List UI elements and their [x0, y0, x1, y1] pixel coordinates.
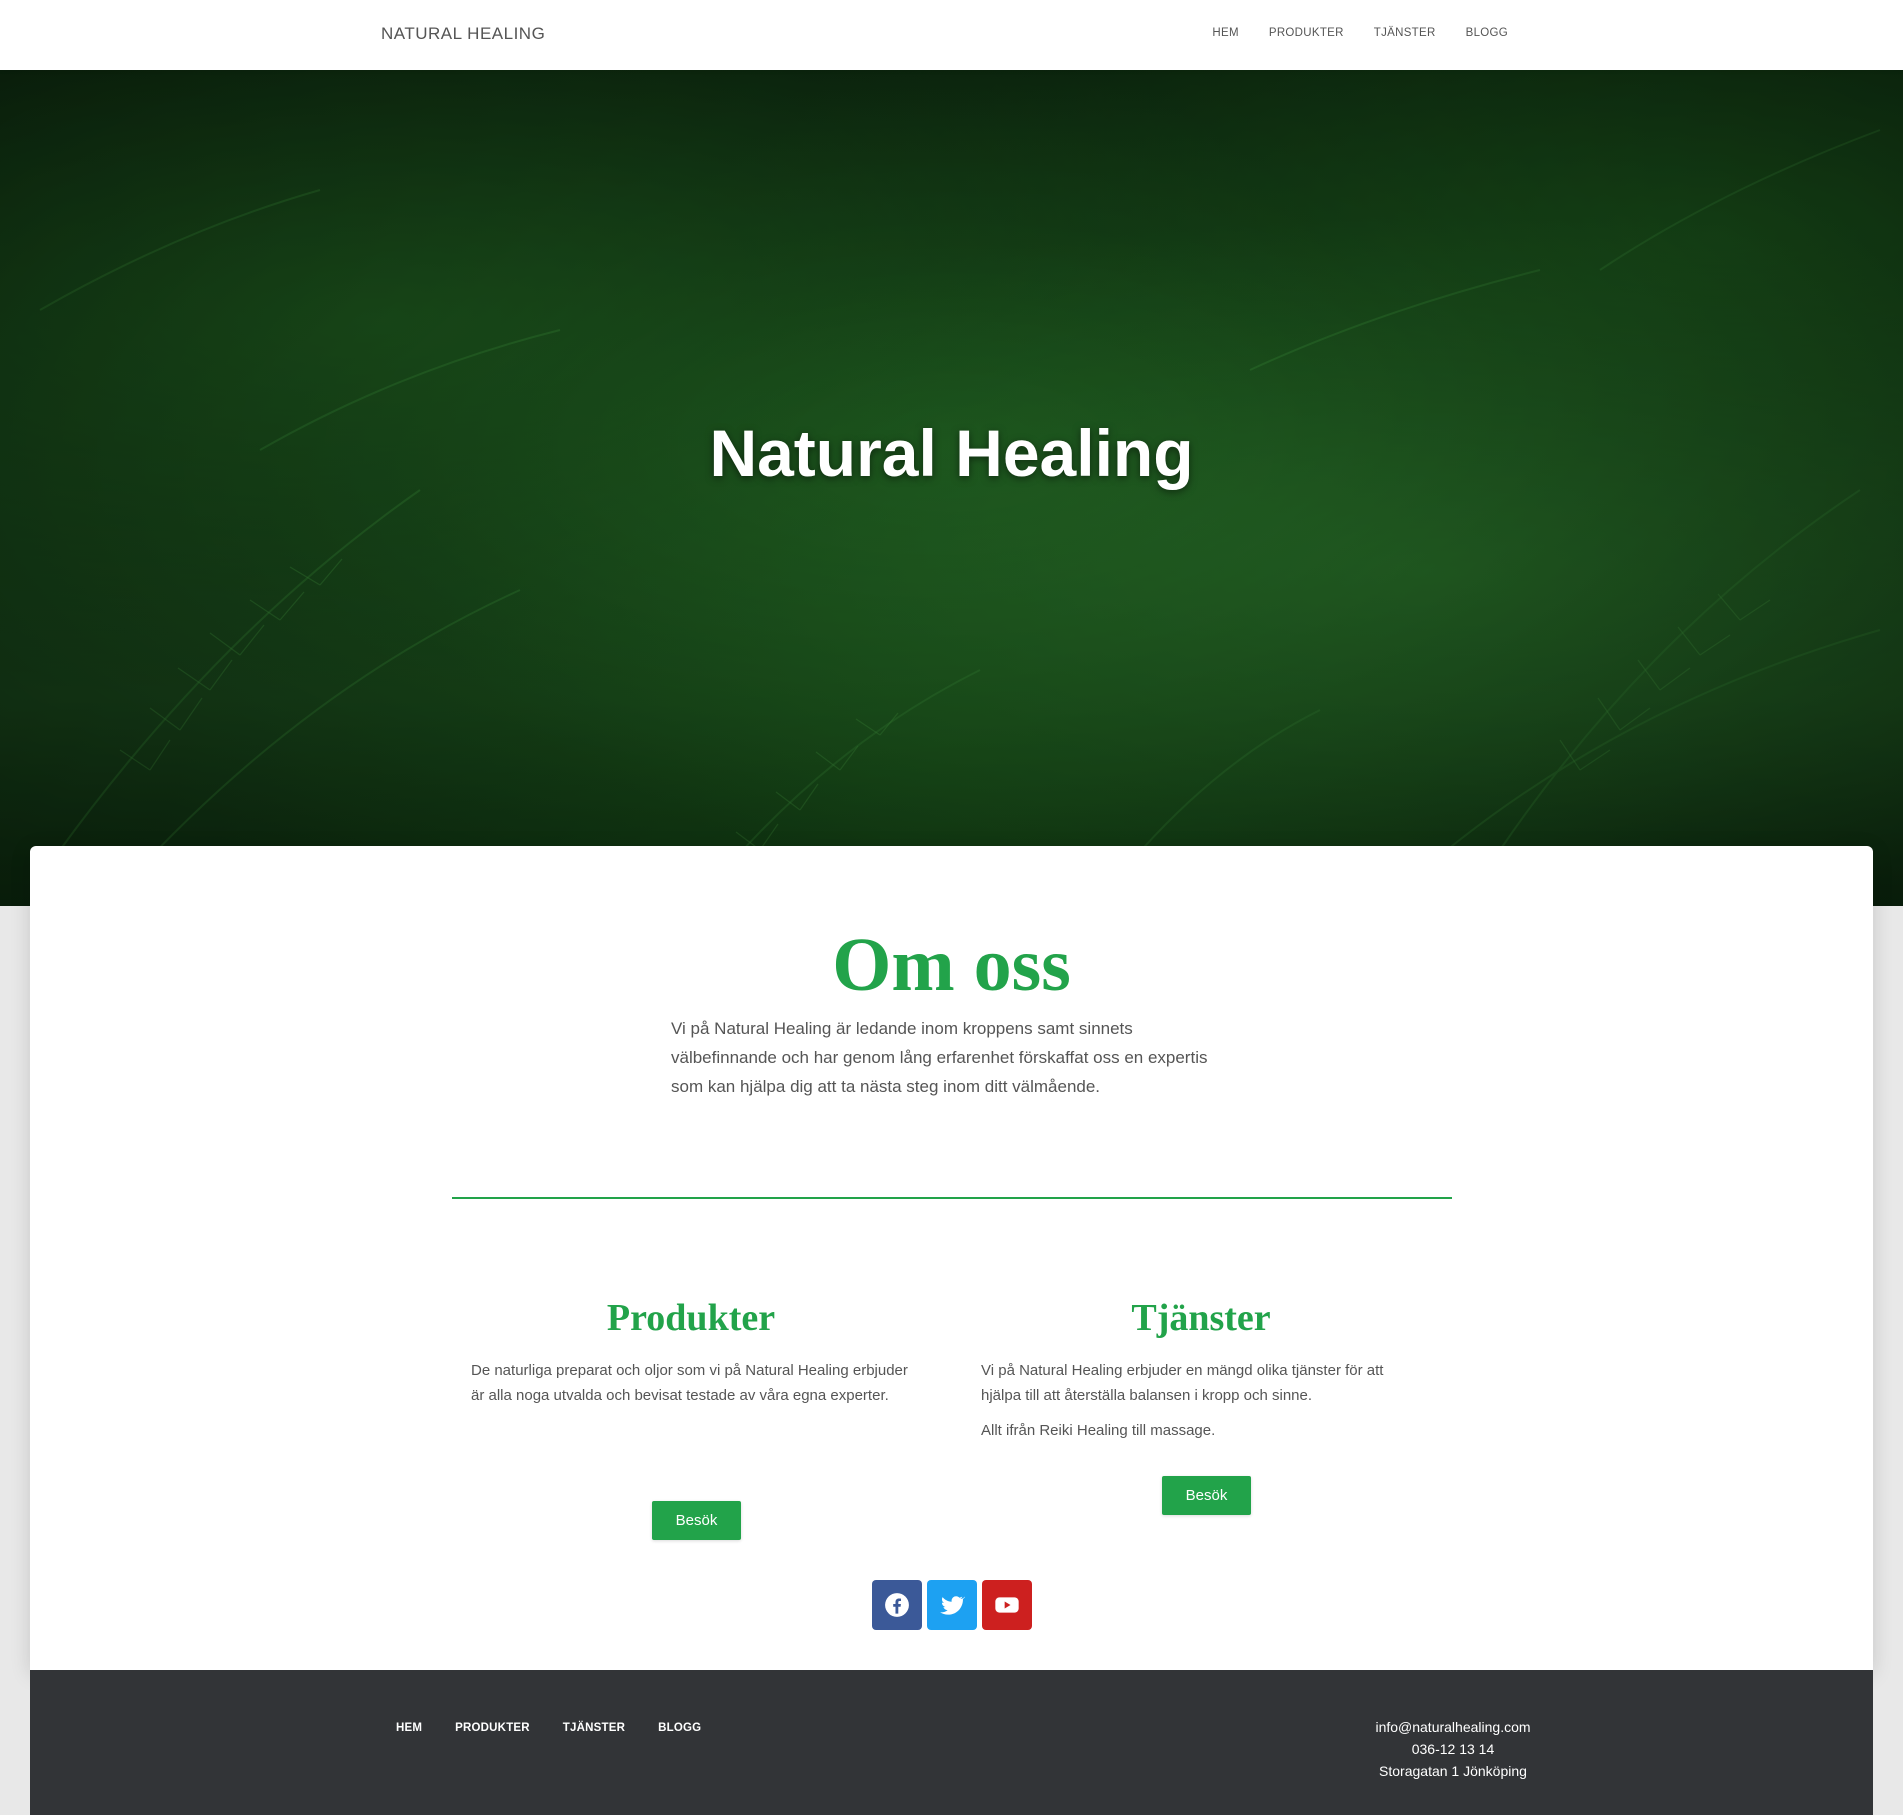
services-column: Tjänster Vi på Natural Healing erbjuder …: [981, 1296, 1421, 1443]
footer-item-produkter[interactable]: PRODUKTER: [455, 1722, 530, 1734]
hero-banner: Natural Healing: [0, 70, 1903, 906]
contact-address: Storagatan 1 Jönköping: [1379, 1763, 1527, 1779]
social-links: [872, 1580, 1032, 1630]
footer-contact: info@naturalhealing.com 036-12 13 14 Sto…: [1353, 1716, 1553, 1782]
nav-item-produkter[interactable]: PRODUKTER: [1269, 27, 1344, 39]
nav-item-hem[interactable]: HEM: [1212, 27, 1238, 39]
products-description: De naturliga preparat och oljor som vi p…: [471, 1358, 911, 1408]
about-heading: Om oss: [832, 923, 1071, 1007]
services-text-2: Allt ifrån Reiki Healing till massage.: [981, 1422, 1216, 1439]
facebook-icon: [885, 1593, 909, 1617]
hero-title: Natural Healing: [709, 416, 1194, 490]
nav-item-blogg[interactable]: BLOGG: [1466, 27, 1508, 39]
services-description: Vi på Natural Healing erbjuder en mängd …: [981, 1358, 1421, 1443]
youtube-icon: [995, 1597, 1019, 1613]
footer-item-hem[interactable]: HEM: [396, 1722, 422, 1734]
products-heading: Produkter: [606, 1297, 776, 1339]
footer-item-tjanster[interactable]: TJÄNSTER: [563, 1722, 625, 1734]
brand-logo-link[interactable]: NATURAL HEALING: [381, 24, 545, 44]
youtube-link[interactable]: [982, 1580, 1032, 1630]
services-text-1: Vi på Natural Healing erbjuder en mängd …: [981, 1362, 1384, 1404]
top-navbar: NATURAL HEALING HEM PRODUKTER TJÄNSTER B…: [0, 0, 1903, 70]
section-divider: [452, 1197, 1452, 1199]
footer-nav: HEM PRODUKTER TJÄNSTER BLOGG: [396, 1722, 701, 1734]
site-footer: HEM PRODUKTER TJÄNSTER BLOGG info@natura…: [30, 1670, 1873, 1815]
twitter-icon: [939, 1596, 965, 1615]
services-visit-button[interactable]: Besök: [1162, 1476, 1251, 1515]
contact-phone: 036-12 13 14: [1411, 1741, 1495, 1757]
footer-item-blogg[interactable]: BLOGG: [658, 1722, 701, 1734]
twitter-link[interactable]: [927, 1580, 977, 1630]
products-visit-button[interactable]: Besök: [652, 1501, 741, 1540]
about-text: Vi på Natural Healing är ledande inom kr…: [671, 1019, 1208, 1096]
products-column: Produkter De naturliga preparat och oljo…: [471, 1296, 911, 1408]
services-heading: Tjänster: [1131, 1297, 1271, 1339]
facebook-link[interactable]: [872, 1580, 922, 1630]
contact-email[interactable]: info@naturalhealing.com: [1353, 1716, 1553, 1738]
nav-item-tjanster[interactable]: TJÄNSTER: [1374, 27, 1436, 39]
main-content-card: Om oss Vi på Natural Healing är ledande …: [30, 846, 1873, 1670]
products-text: De naturliga preparat och oljor som vi p…: [471, 1362, 908, 1404]
main-nav: HEM PRODUKTER TJÄNSTER BLOGG: [1212, 27, 1508, 39]
